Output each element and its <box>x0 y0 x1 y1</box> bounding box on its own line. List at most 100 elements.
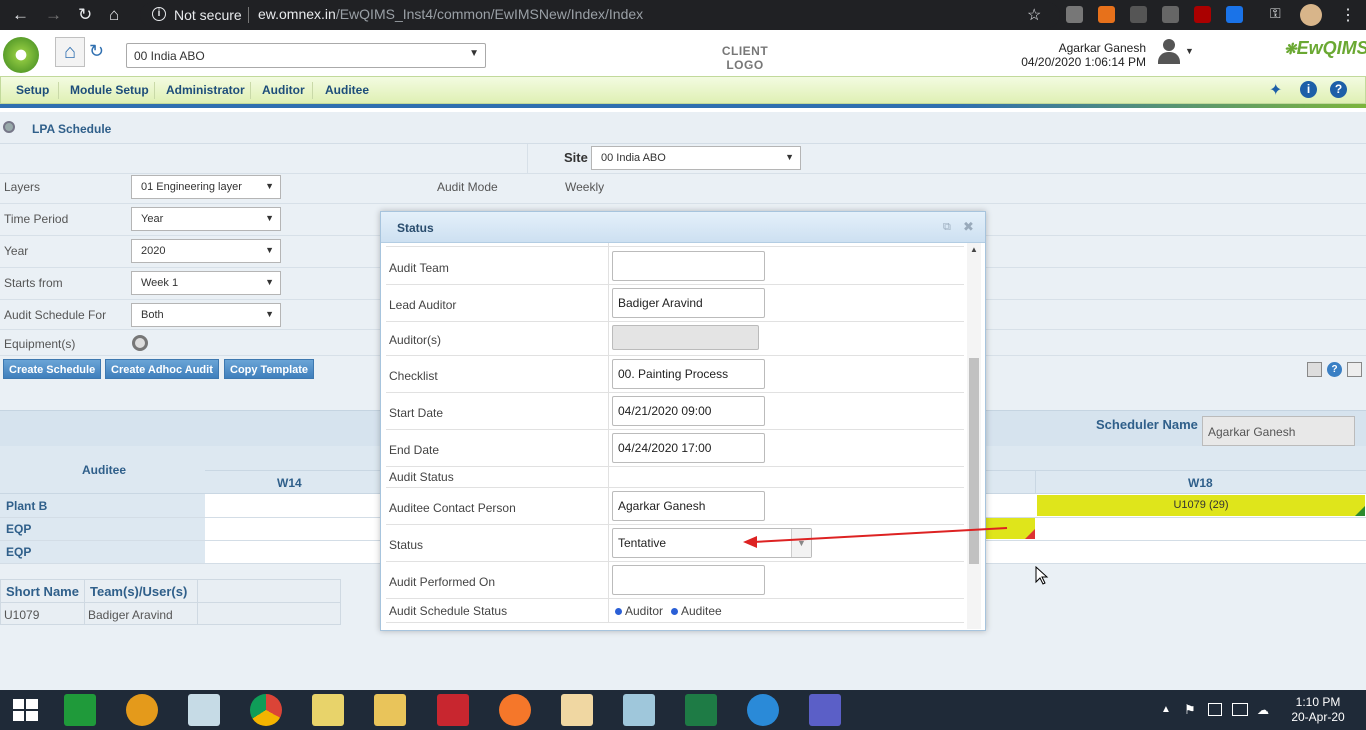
divider <box>312 82 313 99</box>
divider <box>1 602 340 603</box>
clock[interactable]: 1:10 PM 20-Apr-20 <box>1288 695 1348 725</box>
create-adhoc-audit-button[interactable]: Create Adhoc Audit <box>105 359 219 379</box>
auditee-contact-field[interactable]: Agarkar Ganesh <box>612 491 765 521</box>
audit-schedule-for-label: Audit Schedule For <box>4 308 107 322</box>
info-icon[interactable]: i <box>152 7 166 21</box>
audit-performed-label: Audit Performed On <box>389 575 496 589</box>
audit-status-label: Audit Status <box>389 470 454 484</box>
audit-performed-field[interactable] <box>612 565 765 595</box>
menu-item-auditee[interactable]: Auditee <box>318 77 376 104</box>
app-icon[interactable] <box>561 694 593 726</box>
internet-explorer-icon[interactable] <box>747 694 779 726</box>
gear-icon[interactable] <box>132 335 148 351</box>
forward-icon[interactable]: → <box>45 5 62 25</box>
audit-schedule-for-select[interactable]: Both ▼ <box>131 303 281 327</box>
scheduler-name-field[interactable]: Agarkar Ganesh <box>1202 416 1355 446</box>
popout-icon[interactable]: ⧉ <box>943 221 951 234</box>
start-date-field[interactable]: 04/21/2020 09:00 <box>612 396 765 426</box>
flag-icon[interactable]: ⚑ <box>1184 702 1196 718</box>
user-avatar-icon[interactable] <box>1157 38 1181 66</box>
menu-item-administrator[interactable]: Administrator <box>159 77 252 104</box>
chevron-down-icon[interactable]: ▼ <box>1185 46 1194 56</box>
form-row: End Date 04/24/2020 17:00 <box>386 430 964 467</box>
chrome-icon[interactable] <box>250 694 282 726</box>
pin-icon[interactable]: ✦ <box>1269 80 1282 100</box>
copy-template-button[interactable]: Copy Template <box>224 359 315 379</box>
app-icon[interactable] <box>623 694 655 726</box>
extension-icon[interactable] <box>1130 6 1147 23</box>
divider <box>84 580 85 624</box>
menu-item-setup[interactable]: Setup <box>9 77 56 104</box>
browser-toolbar: ← → ↻ ⌂ i Not secure ew.omnex.in/EwQIMS_… <box>0 0 1366 30</box>
site-label: Site <box>564 150 588 165</box>
scrollbar[interactable]: ▲ <box>967 243 981 629</box>
app-icon[interactable] <box>312 694 344 726</box>
scroll-up-icon[interactable]: ▲ <box>970 245 978 254</box>
menu-icon[interactable]: ⋮ <box>1340 5 1356 25</box>
time-period-select[interactable]: Year ▼ <box>131 207 281 231</box>
form-row: Checklist 00. Painting Process <box>386 356 964 393</box>
network-icon[interactable] <box>1232 703 1248 716</box>
info-icon[interactable]: i <box>1300 81 1317 98</box>
excel-icon[interactable] <box>685 694 717 726</box>
omnex-logo-icon <box>3 37 39 73</box>
starts-from-select[interactable]: Week 1 ▼ <box>131 271 281 295</box>
menu-item-module-setup[interactable]: Module Setup <box>63 77 156 104</box>
app-icon[interactable] <box>126 694 158 726</box>
refresh-icon[interactable]: ↻ <box>89 41 104 62</box>
key-icon[interactable]: ⚿ <box>1270 5 1281 22</box>
audit-team-field[interactable] <box>612 251 765 281</box>
security-app-icon[interactable] <box>437 694 469 726</box>
checklist-field[interactable]: 00. Painting Process <box>612 359 765 389</box>
snipping-tool-icon[interactable] <box>188 694 220 726</box>
file-explorer-icon[interactable] <box>374 694 406 726</box>
auditors-field[interactable] <box>612 325 759 350</box>
schedule-cell[interactable]: U1079 (29) <box>1037 495 1365 516</box>
extension-icon[interactable] <box>1162 6 1179 23</box>
year-label: Year <box>4 244 29 258</box>
end-date-field[interactable]: 04/24/2020 17:00 <box>612 433 765 463</box>
windows-start-icon[interactable] <box>13 699 39 723</box>
team-header: Team(s)/User(s) <box>90 584 188 599</box>
auditors-label: Auditor(s) <box>389 333 442 347</box>
back-icon[interactable]: ← <box>12 5 29 25</box>
create-schedule-button[interactable]: Create Schedule <box>3 359 102 379</box>
layout-icon[interactable] <box>1347 362 1362 377</box>
chevron-up-icon[interactable]: ▲ <box>1161 704 1171 715</box>
help-icon[interactable]: ? <box>1330 81 1347 98</box>
extension-icon[interactable] <box>1066 6 1083 23</box>
lead-auditor-field[interactable]: Badiger Aravind <box>612 288 765 318</box>
audit-schedule-status-label: Audit Schedule Status <box>389 604 508 618</box>
year-select[interactable]: 2020 ▼ <box>131 239 281 263</box>
firefox-icon[interactable] <box>499 694 531 726</box>
teams-icon[interactable] <box>809 694 841 726</box>
reload-icon[interactable]: ↻ <box>78 5 92 25</box>
address-bar[interactable]: i Not secure ew.omnex.in/EwQIMS_Inst4/co… <box>140 2 1060 28</box>
audit-mode-value: Weekly <box>565 180 605 194</box>
extension-icon[interactable] <box>1226 6 1243 23</box>
cell-marker <box>1025 529 1035 539</box>
legend-short-name: U1079 <box>4 608 40 622</box>
extension-icon[interactable] <box>1098 6 1115 23</box>
close-icon[interactable]: ✖ <box>963 219 974 235</box>
calendar-icon[interactable] <box>1307 362 1322 377</box>
home-icon[interactable]: ⌂ <box>55 37 85 67</box>
tray-icon[interactable] <box>1208 703 1222 716</box>
bookmark-star-icon[interactable]: ☆ <box>1027 5 1041 25</box>
site-select[interactable]: 00 India ABO ▼ <box>126 43 486 68</box>
page-title: LPA Schedule <box>32 122 112 136</box>
equipment-label: Equipment(s) <box>4 337 76 351</box>
app-icon[interactable] <box>64 694 96 726</box>
extension-icon[interactable] <box>1194 6 1211 23</box>
checklist-label: Checklist <box>389 369 438 383</box>
layers-select[interactable]: 01 Engineering layer ▼ <box>131 175 281 199</box>
help-icon[interactable]: ? <box>1327 362 1342 377</box>
menu-item-auditor[interactable]: Auditor <box>255 77 312 104</box>
home-icon[interactable]: ⌂ <box>109 5 119 25</box>
form-row: Audit Status <box>386 467 964 488</box>
week-header-w18: W18 <box>1188 476 1213 490</box>
profile-avatar[interactable] <box>1300 4 1322 26</box>
site-filter-select[interactable]: 00 India ABO ▼ <box>591 146 801 170</box>
table-row: EQP <box>6 522 32 536</box>
onedrive-icon[interactable]: ☁ <box>1257 703 1269 717</box>
